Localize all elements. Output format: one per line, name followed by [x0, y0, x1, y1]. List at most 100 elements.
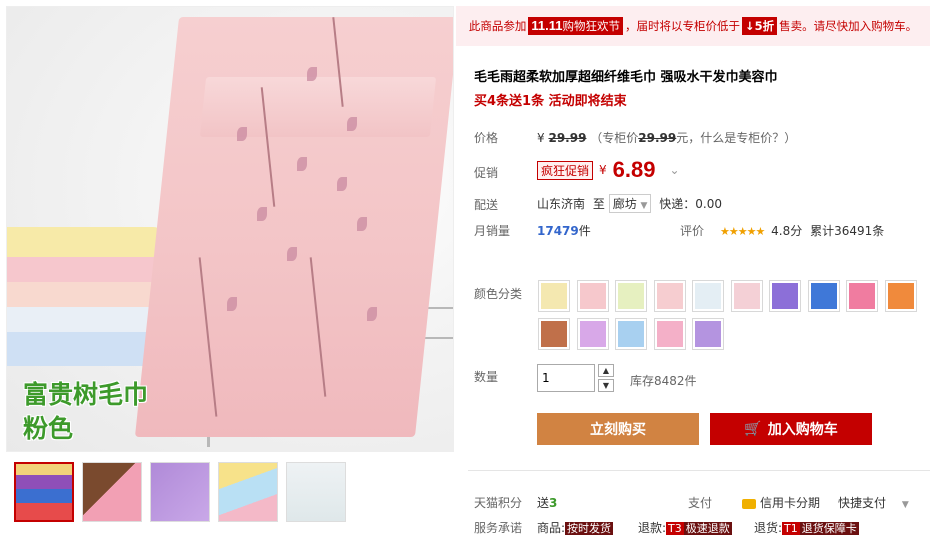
counter-price-note-open: （专柜价: [590, 131, 639, 145]
pay-quick[interactable]: 快捷支付 ▼: [838, 494, 909, 511]
rating-row: ★★★★★ 4.8分 累计36491条: [720, 222, 884, 239]
service-goods-tag[interactable]: 按时发货: [565, 522, 614, 535]
discount-badge: ↓5折: [741, 17, 778, 35]
swatch-fill: [887, 283, 914, 309]
color-swatch[interactable]: [730, 280, 763, 312]
ship-to-label: 至: [592, 197, 605, 211]
points-value: 送3: [537, 494, 557, 511]
rating-score: 4.8分: [771, 224, 803, 238]
color-swatch[interactable]: [615, 280, 647, 312]
shipping-fee: 快递：0.00: [659, 197, 723, 211]
caret-down-icon: ▼: [901, 500, 909, 510]
sales-count: 17479件: [537, 222, 591, 239]
thumbnail-3[interactable]: [150, 462, 210, 522]
quantity-input[interactable]: [537, 364, 595, 392]
color-swatch[interactable]: [692, 280, 724, 312]
promo-label: 促销: [474, 166, 499, 180]
event-badge[interactable]: 11.11购物狂欢节: [528, 17, 623, 35]
image-caption-line1: 富贵树毛巾: [23, 381, 149, 409]
points-number: 3: [549, 496, 558, 510]
leaf: [237, 127, 247, 141]
swatch-fill: [541, 321, 567, 347]
color-swatch[interactable]: [653, 318, 686, 350]
price-value: ¥ 29.99 （专柜价29.99元，什么是专柜价？）: [537, 129, 796, 146]
event-number: 11.11: [531, 18, 563, 33]
swatch-fill: [849, 283, 875, 309]
swatch-fill: [810, 283, 837, 309]
original-price: 29.99: [548, 131, 587, 145]
promo-tag: 疯狂促销: [537, 160, 594, 180]
leaf: [337, 177, 347, 191]
pay-card[interactable]: 信用卡分期: [742, 494, 820, 511]
stock-count: 库存8482件: [630, 374, 697, 388]
counter-price-note-close[interactable]: 元，什么是专柜价？）: [676, 131, 796, 145]
color-swatch[interactable]: [884, 280, 917, 312]
color-swatch[interactable]: [807, 280, 840, 312]
swatch-fill: [618, 283, 644, 309]
swatch-fill: [656, 321, 683, 347]
product-subtitle: 买4条送1条 活动即将结束: [474, 94, 627, 109]
thumbnail-2[interactable]: [82, 462, 142, 522]
add-to-cart-button[interactable]: 🛒 加入购物车: [710, 413, 872, 445]
thumbnail-strip: [6, 456, 454, 530]
pay-card-label: 信用卡分期: [760, 496, 821, 510]
swatch-fill: [579, 321, 606, 347]
service-goods-label: 商品:: [537, 521, 566, 535]
color-swatch[interactable]: [538, 280, 570, 312]
sales-label: 月销量: [474, 224, 511, 238]
ship-from: 山东济南: [537, 197, 586, 211]
price-currency: ¥: [537, 131, 545, 145]
service-label: 服务承诺: [474, 521, 523, 535]
shipping-label: 配送: [474, 198, 499, 212]
product-title: 毛毛雨超柔软加厚超细纤维毛巾 强吸水干发巾美容巾: [474, 70, 778, 85]
color-label: 颜色分类: [474, 287, 523, 301]
divider: [468, 470, 930, 471]
towel-fold: [199, 77, 437, 137]
leaf: [297, 157, 307, 171]
rating-label: 评价: [680, 224, 705, 238]
service-return: 退款: T3 极速退款: [638, 519, 732, 536]
counter-price: 29.99: [638, 131, 677, 145]
color-swatch[interactable]: [692, 318, 724, 350]
sales-unit: 件: [578, 224, 591, 238]
buy-now-button[interactable]: 立刻购买: [537, 413, 699, 445]
promo-banner: 此商品参加 11.11购物狂欢节 ，届时将以专柜价低于 ↓5折 售卖。请尽快加入…: [456, 6, 930, 46]
color-swatch[interactable]: [615, 318, 647, 350]
service-return-tag[interactable]: 极速退款: [683, 522, 732, 535]
points-label[interactable]: 天猫积分: [474, 494, 522, 511]
quantity-down-button[interactable]: ▼: [598, 379, 614, 392]
pay-quick-label: 快捷支付: [838, 496, 887, 510]
ship-to-select[interactable]: 廊坊 ▼: [608, 194, 652, 213]
leaf: [367, 307, 377, 321]
promo-price: 6.89: [612, 157, 656, 182]
leaf: [347, 117, 357, 131]
swatch-fill: [618, 321, 644, 347]
service-exchange-label: 退货:: [754, 521, 783, 535]
thumbnail-4[interactable]: [218, 462, 278, 522]
color-swatch[interactable]: [769, 280, 801, 312]
t1-badge: T1: [782, 522, 800, 535]
leaf: [257, 207, 267, 221]
thumbnail-1[interactable]: [14, 462, 74, 522]
leaf: [307, 67, 317, 81]
add-to-cart-label: 加入购物车: [767, 422, 838, 438]
color-swatch[interactable]: [653, 280, 686, 312]
leaf: [357, 217, 367, 231]
color-swatch[interactable]: [576, 280, 609, 312]
color-swatch[interactable]: [846, 280, 878, 312]
promo-suffix: 售卖。请尽快加入购物车。: [779, 19, 918, 33]
points-prefix: 送: [537, 496, 550, 510]
service-exchange-tag[interactable]: 退货保障卡: [799, 522, 859, 535]
thumbnail-5[interactable]: [286, 462, 346, 522]
chevron-down-icon[interactable]: ⌄: [669, 163, 679, 177]
color-swatch[interactable]: [576, 318, 609, 350]
swatch-fill: [541, 283, 567, 309]
quantity-up-button[interactable]: ▲: [598, 364, 614, 377]
review-count-link[interactable]: 累计36491条: [810, 224, 884, 238]
image-caption-line2: 粉色: [23, 415, 74, 443]
product-main-image[interactable]: 富贵树毛巾 粉色: [6, 6, 454, 452]
caret-down-icon: ▼: [640, 201, 648, 211]
sales-number: 17479: [537, 224, 579, 238]
credit-card-icon: [742, 498, 756, 509]
color-swatch[interactable]: [538, 318, 570, 350]
